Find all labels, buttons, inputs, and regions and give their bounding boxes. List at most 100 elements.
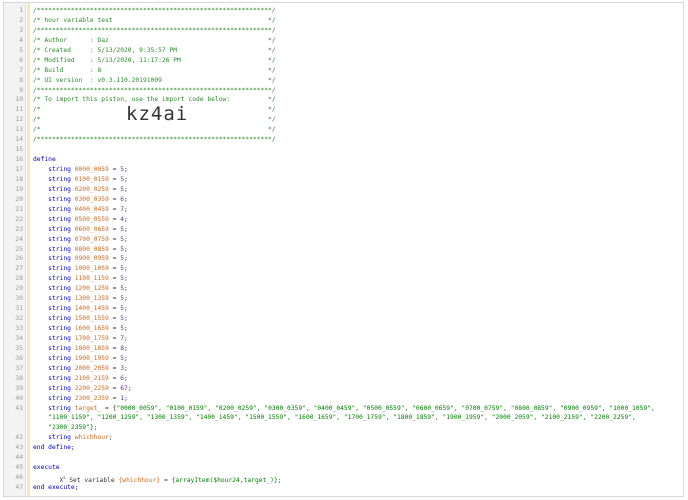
comment-line[interactable]: 10/* To import this piston, use the impo… (4, 95, 683, 105)
line-number: 32 (15, 315, 23, 323)
variable-declaration-line[interactable]: 37 string 2000_2059 = 3; (4, 364, 683, 374)
variable-declaration-line[interactable]: 38 string 2100_2159 = 6; (4, 374, 683, 384)
variable-declaration-line[interactable]: 19 string 0200_0259 = 5; (4, 185, 683, 195)
line-number: 11 (15, 106, 23, 114)
comment-line[interactable]: 4 /* Author : Daz */ (4, 36, 683, 46)
comment-line[interactable]: 15 (4, 145, 683, 155)
semicolon: ; (124, 245, 128, 253)
line-number: 34 (15, 334, 23, 342)
variable-declaration-line[interactable]: 24 string 0700_0759 = 5; (4, 235, 683, 245)
line-code: /* */kz4ai (33, 105, 681, 125)
line-code: /* Author : Daz */ (33, 36, 681, 46)
variable-declaration-line[interactable]: 20 string 0300_0359 = 6; (4, 195, 683, 205)
comment-line[interactable]: 1 /**************************************… (4, 6, 683, 16)
variable-name: 1800_1859 (74, 344, 109, 352)
blank-line[interactable]: 44 (4, 453, 683, 463)
line-number: 17 (15, 166, 23, 173)
variable-name: 0400_0459 (74, 205, 109, 213)
line-code: string 0800_0859 = 5; (33, 245, 681, 255)
variable-declaration-line[interactable]: 28 string 1100_1159 = 5; (4, 274, 683, 284)
comment-text: /***************************************… (33, 26, 276, 34)
operator: = (108, 166, 121, 173)
comment-line[interactable]: 9 /**************************************… (4, 86, 683, 96)
variable-declaration-line[interactable]: 23 string 0600_0659 = 5; (4, 225, 683, 235)
comment-line[interactable]: 13 /* */ (4, 125, 683, 135)
comment-line[interactable]: 14 /*************************************… (4, 135, 683, 145)
semicolon: ; (124, 255, 128, 263)
comment-line[interactable]: 2 /* hour variable test */ (4, 16, 683, 26)
variable-name: 1100_1159 (74, 275, 109, 283)
target-array-line[interactable]: 41 string target_ = {"0000_0059", "0100_… (4, 404, 683, 414)
variable-name: 2300_2359 (74, 394, 109, 402)
end-execute-keyword: end execute; (33, 484, 79, 491)
type-keyword: string (48, 255, 71, 263)
type-keyword: string (48, 225, 71, 233)
variable-name: 1200_1259 (74, 285, 109, 293)
semicolon: ; (124, 295, 128, 303)
comment-line[interactable]: 3 /**************************************… (4, 26, 683, 36)
line-number: 14 (15, 136, 23, 144)
line-number: 35 (15, 344, 23, 352)
type-keyword: string (48, 434, 71, 442)
define-line[interactable]: 16 define (4, 155, 683, 165)
line-code: define (33, 155, 681, 165)
type-keyword: string (48, 265, 71, 273)
operator: = (108, 364, 121, 372)
line-code: string 1300_1359 = 5; (33, 294, 681, 304)
target-array-continuation[interactable]: "2300_2359"}; (4, 423, 683, 433)
comment-line[interactable]: 7 /* Build : 8 */ (4, 66, 683, 76)
define-keyword: define (33, 156, 56, 164)
type-keyword: string (48, 334, 71, 342)
comment-line[interactable]: 12 /* */kz4ai (4, 105, 683, 125)
variable-declaration-line[interactable]: 32 string 1500_1559 = 5; (4, 314, 683, 324)
line-code: string 1900_1959 = 5; (33, 354, 681, 364)
operator: = (108, 295, 121, 303)
variable-declaration-line[interactable]: 30 string 1300_1359 = 5; (4, 294, 683, 304)
line-number: 1 (19, 7, 23, 14)
line-code: string 0300_0359 = 6; (33, 195, 681, 205)
semicolon: ; (124, 394, 128, 402)
end-define-line[interactable]: 43 end define; (4, 443, 683, 453)
variable-declaration-line[interactable]: 25 string 0800_0859 = 5; (4, 245, 683, 255)
variable-declaration-line[interactable]: 36 string 1900_1959 = 5; (4, 354, 683, 364)
operator: = (108, 394, 121, 402)
variable-declaration-line[interactable]: 27 string 1000_1059 = 5; (4, 264, 683, 274)
comment-line[interactable]: 8 /* UI version : v0.3.110.20191009 */ (4, 76, 683, 86)
line-number: 12 (15, 116, 23, 124)
comment-line[interactable]: 11/* */ (4, 105, 683, 115)
semicolon: ; (124, 374, 128, 382)
line-code: /* UI version : v0.3.110.20191009 */ (33, 76, 681, 86)
line-number: 20 (15, 195, 23, 203)
comment-line[interactable]: 5 /* Created : 5/13/2020, 9:35:57 PM */ (4, 46, 683, 56)
set-variable-statement[interactable]: 46 Xs Set variable {whichhour} = {arrayI… (4, 473, 683, 484)
target-array-continuation[interactable]: "1100_1159", "1200_1259", "1300_1359", "… (4, 413, 683, 423)
line-number: 5 (19, 46, 23, 54)
end-execute-line[interactable]: 47 end execute; (4, 483, 683, 493)
semicolon: ; (124, 334, 128, 342)
comment-line[interactable]: 6 /* Modified : 5/13/2020, 11:17:26 PM */ (4, 56, 683, 66)
variable-declaration-line[interactable]: 40 string 2300_2359 = 1; (4, 394, 683, 404)
variable-name: whichhour (74, 434, 109, 442)
variable-declaration-line[interactable]: 33 string 1600_1659 = 5; (4, 324, 683, 334)
operator: = (108, 215, 121, 223)
variable-declaration-line[interactable]: 26 string 0900_0959 = 5; (4, 254, 683, 264)
line-number: 21 (15, 205, 23, 213)
line-code: string 0900_0959 = 5; (33, 254, 681, 264)
variable-declaration-line[interactable]: 35 string 1800_1859 = 8; (4, 344, 683, 354)
variable-declaration-line[interactable]: 22 string 0500_0559 = 4; (4, 215, 683, 225)
variable-declaration-line[interactable]: 29 string 1200_1259 = 5; (4, 284, 683, 294)
variable-declaration-line[interactable]: 42 string whichhour; (4, 433, 683, 443)
type-keyword: string (48, 185, 71, 193)
variable-declaration-line[interactable]: 21 string 0400_0459 = 7; (4, 205, 683, 215)
variable-declaration-line[interactable]: 31 string 1400_1459 = 5; (4, 304, 683, 314)
line-number: 9 (19, 86, 23, 94)
variable-declaration-line[interactable]: 18 string 0100_0159 = 5; (4, 175, 683, 185)
line-number: 25 (15, 245, 23, 253)
variable-declaration-line[interactable]: 17 string 0000_0059 = 5; (4, 165, 683, 175)
variable-declaration-line[interactable]: 39 string 2200_2259 = 67; (4, 384, 683, 394)
execute-line[interactable]: 45 execute (4, 463, 683, 473)
variable-declaration-line[interactable]: 34 string 1700_1759 = 7; (4, 334, 683, 344)
line-code: /* */ (33, 125, 681, 135)
variable-name: 2100_2159 (74, 374, 109, 382)
line-code: "1100_1159", "1200_1259", "1300_1359", "… (33, 413, 681, 423)
